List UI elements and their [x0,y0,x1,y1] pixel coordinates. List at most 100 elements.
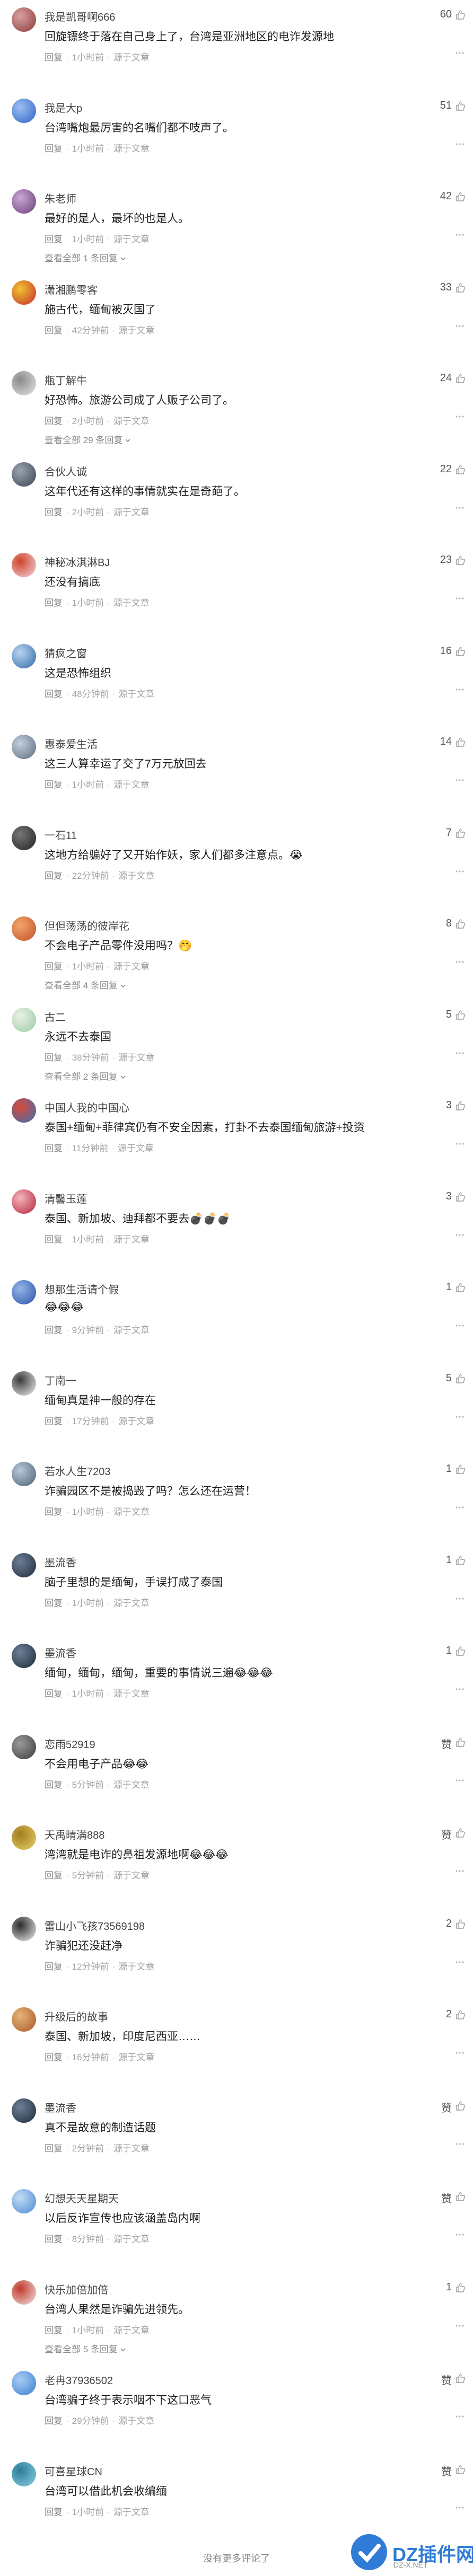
comment-author[interactable]: 但但荡荡的彼岸花 [45,918,129,933]
more-options-icon[interactable] [455,2324,465,2328]
avatar[interactable] [12,1825,36,1850]
reply-button[interactable]: 回复 [45,1507,63,1517]
more-options-icon[interactable] [455,1778,465,1783]
comment-source[interactable]: 源于文章 [113,1871,150,1881]
comment-source[interactable]: 源于文章 [118,871,154,881]
reply-button[interactable]: 回复 [45,1416,63,1426]
thumbs-up-icon[interactable] [455,101,466,111]
reply-button[interactable]: 回复 [45,52,63,63]
thumbs-up-icon[interactable] [455,464,466,475]
view-all-replies-link[interactable]: 查看全部 1 条回复 [45,251,126,264]
more-options-icon[interactable] [455,1051,465,1055]
thumbs-up-icon[interactable] [455,1464,466,1475]
comment-source[interactable]: 源于文章 [118,1416,154,1426]
reply-button[interactable]: 回复 [45,2234,63,2244]
avatar[interactable] [12,553,36,577]
comment-source[interactable]: 源于文章 [113,234,150,244]
comment-author[interactable]: 恋雨52919 [45,1736,95,1751]
thumbs-up-icon[interactable] [455,373,466,384]
more-options-icon[interactable] [455,414,465,419]
comment-author[interactable]: 丁南一 [45,1372,76,1388]
comment-author[interactable]: 幻想天天星期天 [45,2190,119,2206]
view-all-replies-link[interactable]: 查看全部 5 条回复 [45,2342,126,2355]
comment-source[interactable]: 源于文章 [113,52,150,63]
comment-author[interactable]: 我是凯哥啊666 [45,8,115,24]
reply-button[interactable]: 回复 [45,1598,63,1608]
comment-source[interactable]: 源于文章 [113,507,150,517]
more-options-icon[interactable] [455,2233,465,2237]
avatar[interactable] [12,735,36,759]
reply-button[interactable]: 回复 [45,598,63,608]
more-options-icon[interactable] [455,596,465,601]
comment-author[interactable]: 潇湘鹏零客 [45,281,98,297]
thumbs-up-icon[interactable] [455,919,466,929]
reply-button[interactable]: 回复 [45,1143,63,1153]
comment-author[interactable]: 墨流香 [45,1554,76,1569]
comment-author[interactable]: 可喜星球CN [45,2463,102,2478]
more-options-icon[interactable] [455,506,465,510]
more-options-icon[interactable] [455,1233,465,1237]
thumbs-up-icon[interactable] [455,2009,466,2020]
reply-button[interactable]: 回复 [45,144,63,154]
comment-source[interactable]: 源于文章 [118,1143,154,1153]
comment-author[interactable]: 升级后的故事 [45,2008,108,2024]
thumbs-up-icon[interactable] [455,1919,466,1929]
reply-button[interactable]: 回复 [45,1234,63,1245]
more-options-icon[interactable] [455,1415,465,1419]
comment-author[interactable]: 朱老师 [45,190,76,206]
comment-source[interactable]: 源于文章 [113,1598,150,1608]
avatar[interactable] [12,2280,36,2305]
comment-source[interactable]: 源于文章 [113,1689,150,1699]
reply-button[interactable]: 回复 [45,2507,63,2517]
thumbs-up-icon[interactable] [455,1010,466,1020]
reply-button[interactable]: 回复 [45,689,63,699]
comment-source[interactable]: 源于文章 [113,598,150,608]
comment-author[interactable]: 神秘冰淇淋BJ [45,554,110,569]
comment-author[interactable]: 墨流香 [45,1645,76,1660]
reply-button[interactable]: 回复 [45,780,63,790]
reply-button[interactable]: 回复 [45,1053,63,1063]
comment-author[interactable]: 清馨玉莲 [45,1190,87,1206]
reply-button[interactable]: 回复 [45,1689,63,1699]
thumbs-up-icon[interactable] [455,646,466,657]
avatar[interactable] [12,462,36,487]
avatar[interactable] [12,2189,36,2213]
more-options-icon[interactable] [455,233,465,237]
avatar[interactable] [12,1553,36,1577]
more-options-icon[interactable] [455,1869,465,1873]
avatar[interactable] [12,1462,36,1486]
thumbs-up-icon[interactable] [455,2191,466,2202]
thumbs-up-icon[interactable] [455,1100,466,1111]
comment-author[interactable]: 我是大p [45,100,82,115]
more-options-icon[interactable] [455,324,465,328]
thumbs-up-icon[interactable] [455,2373,466,2384]
reply-button[interactable]: 回复 [45,871,63,881]
reply-button[interactable]: 回复 [45,1325,63,1335]
more-options-icon[interactable] [455,1960,465,1964]
more-options-icon[interactable] [455,687,465,692]
avatar[interactable] [12,7,36,32]
reply-button[interactable]: 回复 [45,1780,63,1790]
thumbs-up-icon[interactable] [455,2464,466,2475]
more-options-icon[interactable] [455,2051,465,2055]
more-options-icon[interactable] [455,1687,465,1691]
comment-author[interactable]: 合伙人诚 [45,463,87,479]
more-options-icon[interactable] [455,2414,465,2419]
avatar[interactable] [12,280,36,305]
avatar[interactable] [12,2371,36,2395]
avatar[interactable] [12,1644,36,1668]
thumbs-up-icon[interactable] [455,737,466,747]
avatar[interactable] [12,1008,36,1032]
avatar[interactable] [12,1735,36,1759]
view-all-replies-link[interactable]: 查看全部 4 条回复 [45,978,126,991]
view-all-replies-link[interactable]: 查看全部 2 条回复 [45,1069,126,1082]
comment-source[interactable]: 源于文章 [118,1053,154,1063]
reply-button[interactable]: 回复 [45,2325,63,2335]
comment-author[interactable]: 若水人生7203 [45,1463,111,1478]
avatar[interactable] [12,189,36,214]
thumbs-up-icon[interactable] [455,10,466,20]
avatar[interactable] [12,2098,36,2123]
comment-source[interactable]: 源于文章 [113,144,150,154]
comment-source[interactable]: 源于文章 [113,2234,150,2244]
comment-source[interactable]: 源于文章 [113,1234,150,1245]
